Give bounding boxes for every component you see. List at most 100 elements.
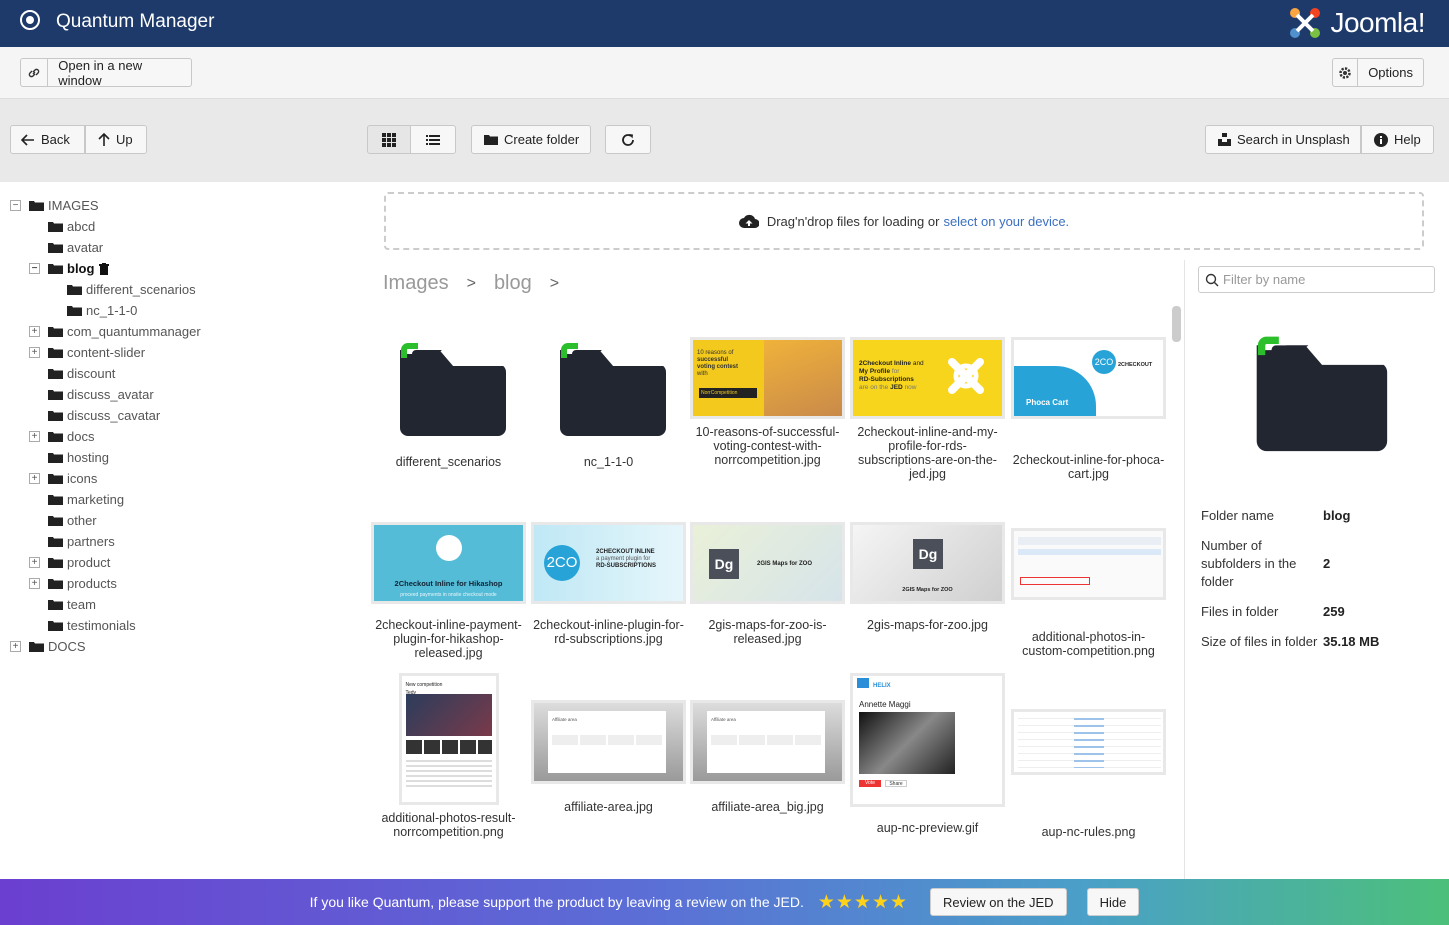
review-banner: If you like Quantum, please support the … [0,879,1449,925]
info-icon [1362,126,1388,153]
folder-icon [48,495,63,505]
expand-icon[interactable]: + [29,347,40,358]
file-item[interactable]: 2CO 2CHECKOUT INLINE a payment plugin fo… [531,522,686,646]
file-item[interactable]: 2Checkout Inline for Hikashop proceed pa… [371,522,526,660]
folder-icon [48,621,63,631]
file-item[interactable]: 2Checkout Inline and My Profile for RD-S… [850,337,1005,481]
info-files-count: Files in folder 259 [1201,604,1345,619]
folder-icon [48,348,63,358]
tree-item[interactable]: nc_1-1-0 [67,300,137,321]
up-button[interactable]: Up [85,125,147,154]
tree-item[interactable]: + com_quantummanager [29,321,201,342]
tree-item[interactable]: hosting [48,447,109,468]
tree-item[interactable]: avatar [48,237,103,258]
tree-item[interactable]: abcd [48,216,95,237]
scrollbar[interactable] [1172,306,1181,342]
refresh-button[interactable] [605,125,651,154]
info-panel: Filter by name Folder name blog Number o… [1184,260,1449,879]
joomla-icon [1290,8,1321,38]
app-title: Quantum Manager [56,11,215,32]
search-unsplash-button[interactable]: Search in Unsplash [1205,125,1361,154]
list-icon [426,134,440,145]
tree-item[interactable]: discuss_cavatar [48,405,160,426]
folder-icon [48,579,63,589]
file-item[interactable]: New competition Tedy additional-photos-r… [371,673,526,839]
navigation-row: Back Up Create folder Search in Unsplash… [0,99,1449,182]
options-button[interactable]: Options [1332,58,1424,87]
list-view-button[interactable] [410,125,456,154]
tree-item[interactable]: discount [48,363,115,384]
thumbnail: Dg 2GIS Maps for ZOO [690,522,845,604]
select-device-link[interactable]: select on your device. [943,214,1069,229]
help-button[interactable]: Help [1361,125,1434,154]
expand-icon[interactable]: + [29,326,40,337]
cloud-upload-icon [738,214,759,228]
tree-item[interactable]: + docs [29,426,94,447]
create-folder-button[interactable]: Create folder [471,125,591,154]
folder-item[interactable]: nc_1-1-0 [531,332,686,469]
thumbnail: 2CO 2CHECKOUT INLINE a payment plugin fo… [531,522,686,604]
expand-icon[interactable]: + [10,641,21,652]
file-item[interactable]: HELIX Annette Maggi Vote Share aup-nc-pr… [850,673,1005,835]
file-item[interactable]: additional-photos-in-custom-competition.… [1011,528,1166,658]
tree-item-blog[interactable]: − blog [29,258,110,279]
folder-icon [48,264,63,274]
folder-icon [48,453,63,463]
review-button[interactable]: Review on the JED [930,888,1067,916]
tree-item[interactable]: discuss_avatar [48,384,154,405]
file-item[interactable]: Affiliate area affiliate-area_big.jpg [690,700,845,814]
folder-icon [48,222,63,232]
folder-icon [48,600,63,610]
collapse-icon[interactable]: − [29,263,40,274]
expand-icon[interactable]: + [29,431,40,442]
expand-icon[interactable]: + [29,557,40,568]
dropzone[interactable]: Drag'n'drop files for loading or select … [384,192,1424,250]
tree-item[interactable]: + content-slider [29,342,145,363]
thumbnail: 10 reasons of successful voting contest … [690,337,845,419]
info-subfolders: Number of subfolders in the folder 2 [1201,538,1331,589]
tree-item[interactable]: different_scenarios [67,279,196,300]
top-toolbar: Open in a new window Options [0,47,1449,99]
file-item[interactable]: Affiliate area affiliate-area.jpg [531,700,686,814]
tree-item[interactable]: other [48,510,97,531]
thumbnail: Affiliate area [690,700,845,784]
folder-icon [29,201,44,211]
open-new-window-button[interactable]: Open in a new window [20,58,192,88]
tree-item[interactable]: + product [29,552,110,573]
filter-input[interactable]: Filter by name [1198,266,1435,293]
file-item[interactable]: Dg 2GIS Maps for ZOO 2gis-maps-for-zoo.j… [850,522,1005,632]
file-grid-panel: Images > blog > different_scenarios nc_1… [359,260,1184,879]
folder-item[interactable]: different_scenarios [371,332,526,469]
grid-view-button[interactable] [367,125,411,154]
folder-large-icon [1256,335,1388,452]
file-item[interactable]: Dg 2GIS Maps for ZOO 2gis-maps-for-zoo-i… [690,522,845,646]
breadcrumb-images[interactable]: Images [383,272,449,295]
collapse-icon[interactable]: − [10,200,21,211]
hide-button[interactable]: Hide [1086,888,1140,916]
tree-item[interactable]: testimonials [48,615,136,636]
gear-icon [1333,59,1359,86]
thumbnail: 2Checkout Inline for Hikashop proceed pa… [371,522,526,604]
folder-large-icon [559,342,666,436]
folder-icon [48,558,63,568]
trash-icon[interactable] [99,262,110,275]
refresh-icon [622,133,634,146]
file-item[interactable]: aup-nc-rules.png [1011,709,1166,839]
tree-item[interactable]: + products [29,573,117,594]
back-button[interactable]: Back [10,125,85,154]
breadcrumb-blog[interactable]: blog [494,272,532,295]
tree-root-docs[interactable]: + DOCS [10,636,86,657]
tree-item[interactable]: team [48,594,96,615]
tree-root-images[interactable]: − IMAGES [10,195,99,216]
link-icon [21,59,49,86]
file-item[interactable]: Phoca Cart 2CO 2CHECKOUT 2checkout-inlin… [1011,337,1166,481]
expand-icon[interactable]: + [29,578,40,589]
folder-icon [48,327,63,337]
folder-icon [29,642,44,652]
expand-icon[interactable]: + [29,473,40,484]
tree-item[interactable]: partners [48,531,115,552]
info-size: Size of files in folder 35.18 MB [1201,634,1380,649]
file-item[interactable]: 10 reasons of successful voting contest … [690,337,845,467]
tree-item[interactable]: + icons [29,468,97,489]
tree-item[interactable]: marketing [48,489,124,510]
